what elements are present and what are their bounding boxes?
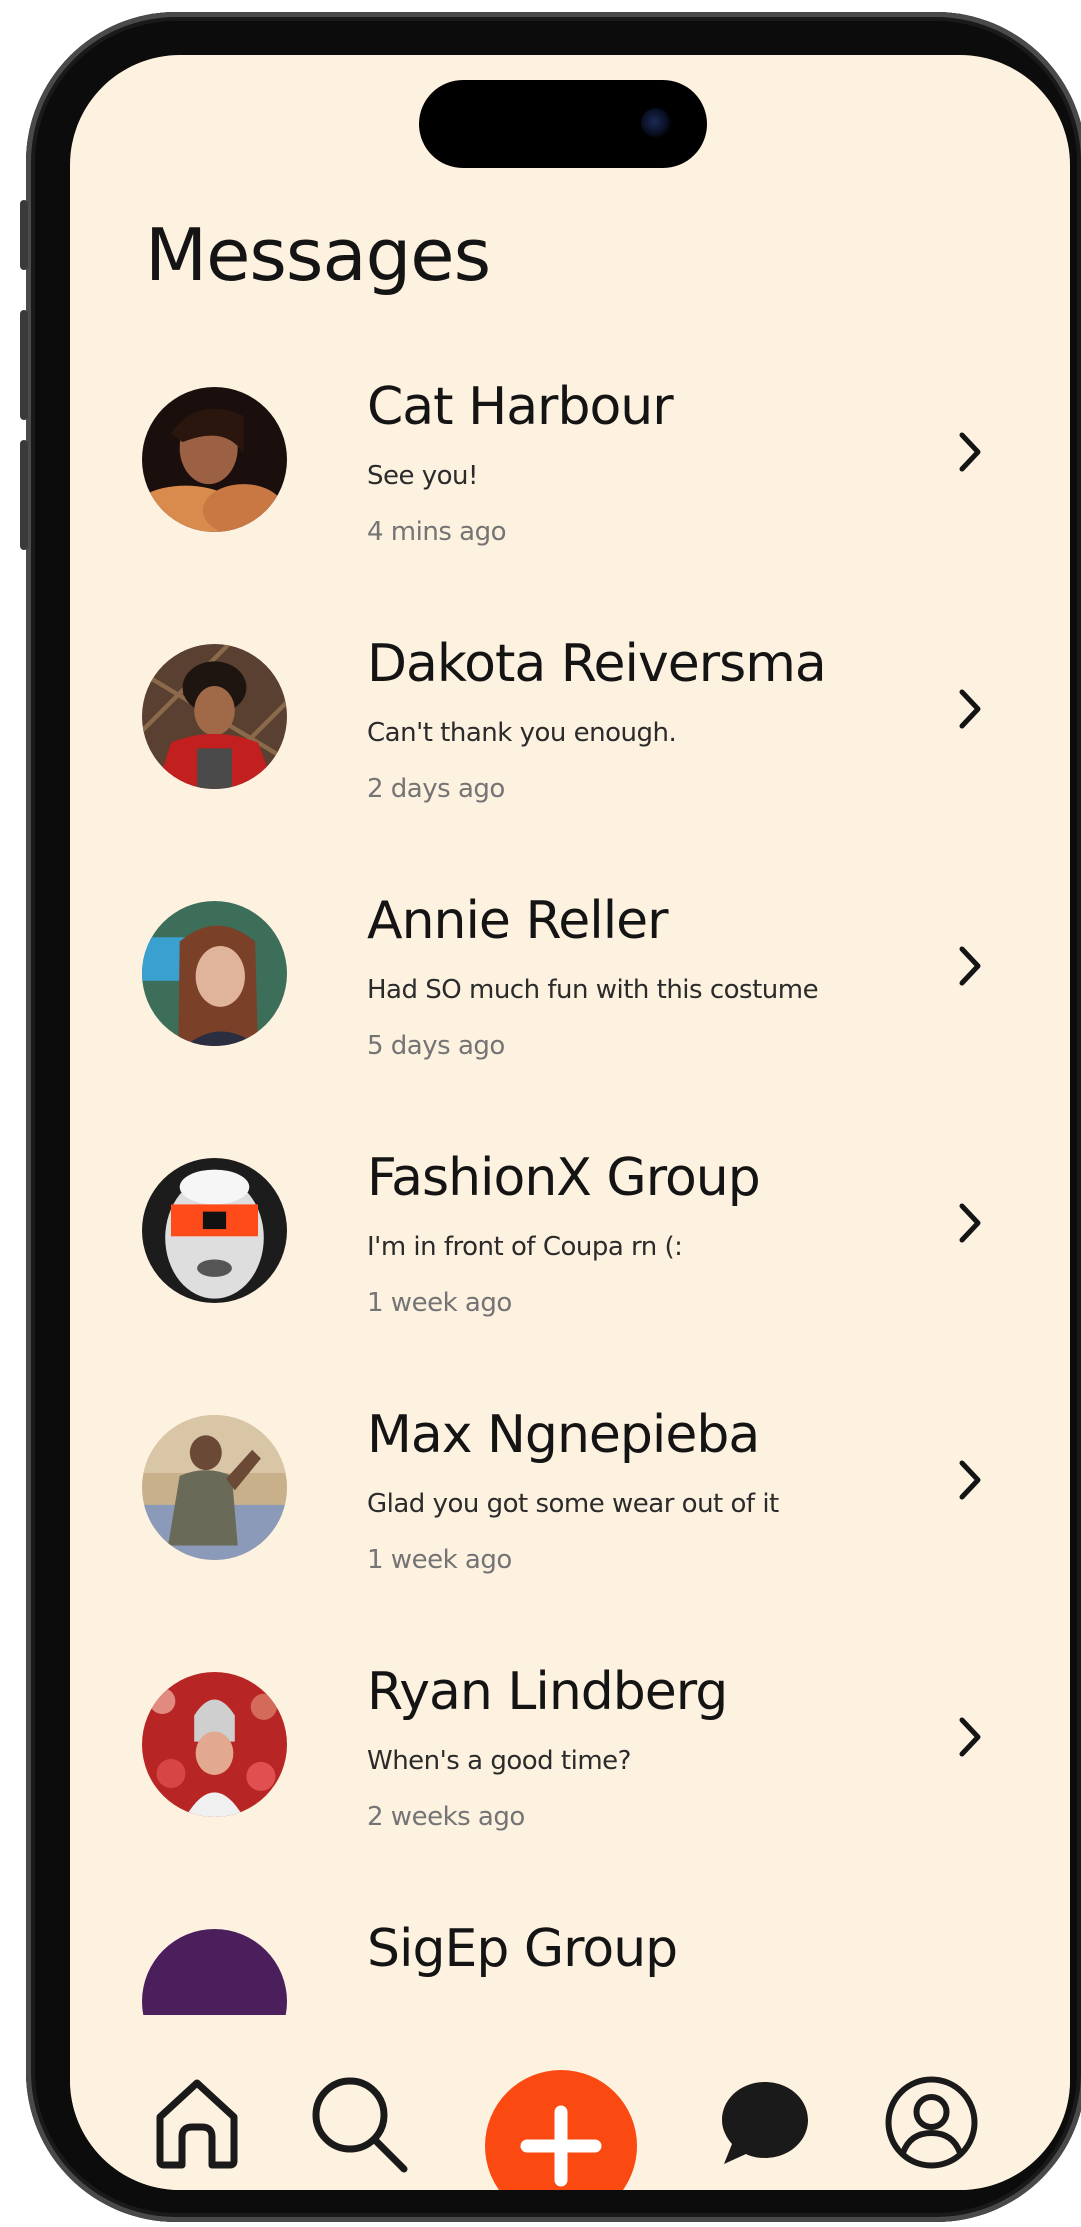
app-screen: Messages Cat Harbour See you! 4 mins ago bbox=[70, 55, 1070, 2190]
conversation-name: Dakota Reiversma bbox=[367, 634, 827, 694]
conversation-preview: When's a good time? bbox=[367, 1746, 631, 1776]
conversation-name: Max Ngnepieba bbox=[367, 1405, 760, 1465]
conversation-preview: I'm in front of Coupa rn (: bbox=[367, 1232, 683, 1262]
phone-side-button bbox=[20, 200, 28, 270]
conversation-timestamp: 4 mins ago bbox=[367, 517, 507, 547]
bottom-nav bbox=[70, 2015, 1070, 2190]
search-icon[interactable] bbox=[308, 2073, 410, 2175]
conversation-item[interactable]: Ryan Lindberg When's a good time? 2 week… bbox=[70, 1662, 1070, 1919]
dynamic-island bbox=[419, 80, 707, 168]
conversation-item[interactable]: Dakota Reiversma Can't thank you enough.… bbox=[70, 634, 1070, 891]
avatar bbox=[142, 901, 287, 1046]
conversation-item[interactable]: FashionX Group I'm in front of Coupa rn … bbox=[70, 1148, 1070, 1405]
add-post-button[interactable] bbox=[485, 2070, 637, 2190]
conversation-name: SigEp Group bbox=[367, 1919, 678, 1979]
avatar bbox=[142, 1158, 287, 1303]
conversation-preview: Glad you got some wear out of it bbox=[367, 1489, 779, 1519]
conversation-timestamp: 1 week ago bbox=[367, 1545, 512, 1575]
conversation-timestamp: 2 days ago bbox=[367, 774, 505, 804]
conversation-preview: Can't thank you enough. bbox=[367, 718, 677, 748]
conversation-name: Ryan Lindberg bbox=[367, 1662, 728, 1722]
conversation-preview: See you! bbox=[367, 461, 478, 491]
conversation-name: Annie Reller bbox=[367, 891, 669, 951]
avatar bbox=[142, 387, 287, 532]
avatar bbox=[142, 1415, 287, 1560]
chat-bubble-icon[interactable] bbox=[720, 2078, 810, 2168]
conversation-item[interactable]: Cat Harbour See you! 4 mins ago bbox=[70, 377, 1070, 634]
conversation-preview: Had SO much fun with this costume bbox=[367, 975, 819, 1005]
chevron-right-icon[interactable] bbox=[950, 427, 990, 477]
phone-side-button bbox=[20, 310, 28, 420]
camera-icon bbox=[641, 108, 671, 138]
chevron-right-icon[interactable] bbox=[950, 941, 990, 991]
page-title: Messages bbox=[145, 213, 491, 297]
chevron-right-icon[interactable] bbox=[950, 1455, 990, 1505]
conversation-timestamp: 5 days ago bbox=[367, 1031, 505, 1061]
conversation-timestamp: 1 week ago bbox=[367, 1288, 512, 1318]
conversation-list: Cat Harbour See you! 4 mins ago Dakota R… bbox=[70, 377, 1070, 2176]
conversation-name: FashionX Group bbox=[367, 1148, 761, 1208]
conversation-timestamp: 2 weeks ago bbox=[367, 1802, 525, 1832]
user-circle-icon[interactable] bbox=[884, 2075, 979, 2170]
conversation-item[interactable]: Max Ngnepieba Glad you got some wear out… bbox=[70, 1405, 1070, 1662]
home-icon[interactable] bbox=[152, 2075, 242, 2170]
conversation-name: Cat Harbour bbox=[367, 377, 674, 437]
avatar bbox=[142, 1672, 287, 1817]
chevron-right-icon[interactable] bbox=[950, 1712, 990, 1762]
chevron-right-icon[interactable] bbox=[950, 684, 990, 734]
avatar bbox=[142, 644, 287, 789]
conversation-item[interactable]: Annie Reller Had SO much fun with this c… bbox=[70, 891, 1070, 1148]
phone-side-button bbox=[20, 440, 28, 550]
chevron-right-icon[interactable] bbox=[950, 1198, 990, 1248]
plus-icon bbox=[520, 2105, 602, 2187]
